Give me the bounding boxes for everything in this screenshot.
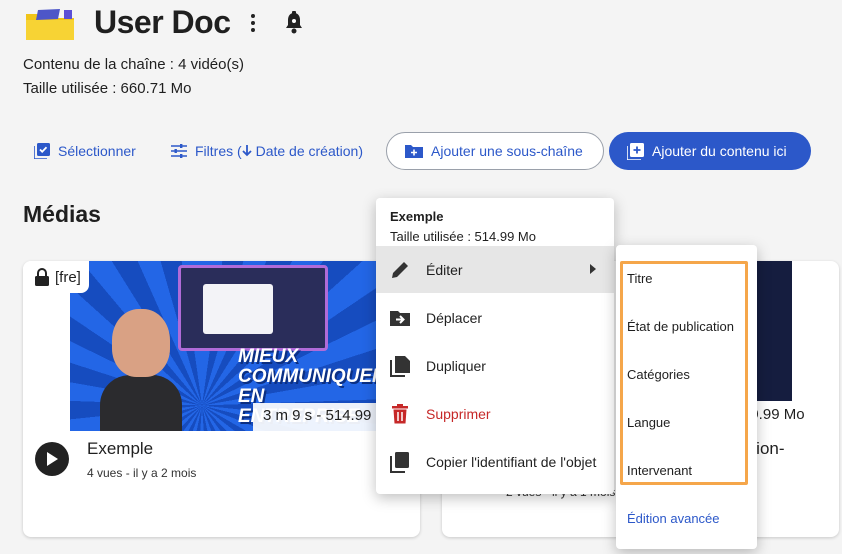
checkbox-icon — [34, 143, 50, 159]
context-menu: Exemple Taille utilisée : 514.99 Mo Édit… — [376, 198, 614, 494]
duplicate-icon — [390, 356, 410, 377]
filter-sliders-icon — [171, 144, 187, 158]
submenu-item-categories[interactable]: Catégories — [627, 367, 690, 382]
language-label: [fre] — [55, 268, 81, 286]
lock-icon — [35, 268, 49, 286]
filters-label: Filtres — [195, 143, 234, 159]
folder-plus-icon — [405, 145, 423, 158]
play-icon — [47, 452, 58, 466]
menu-item-delete[interactable]: Supprimer — [376, 390, 614, 437]
menu-header: Exemple Taille utilisée : 514.99 Mo — [390, 209, 536, 244]
more-options-icon[interactable] — [244, 10, 262, 36]
chevron-right-icon — [590, 264, 596, 274]
menu-item-label: Copier l'identifiant de l'objet — [426, 453, 597, 470]
submenu-item-advanced-edit[interactable]: Édition avancée — [627, 511, 720, 526]
menu-item-size: Taille utilisée : 514.99 Mo — [390, 229, 536, 244]
menu-item-duplicate[interactable]: Dupliquer — [376, 342, 614, 389]
pencil-icon — [392, 262, 408, 278]
language-badge: [fre] — [23, 261, 89, 293]
menu-item-label: Déplacer — [426, 309, 483, 326]
play-button[interactable] — [35, 442, 69, 476]
media-title[interactable]: Exemple — [87, 439, 153, 459]
trash-icon — [392, 404, 408, 424]
channel-size-used: Taille utilisée : 660.71 Mo — [23, 80, 192, 97]
copy-icon — [390, 452, 409, 473]
menu-item-label: Dupliquer — [426, 357, 486, 374]
arrow-down-icon — [242, 145, 252, 157]
menu-item-edit[interactable]: Éditer — [376, 246, 614, 293]
menu-item-name: Exemple — [390, 209, 444, 224]
channel-content-count: Contenu de la chaîne : 4 vidéo(s) — [23, 56, 244, 73]
menu-item-copy-id[interactable]: Copier l'identifiant de l'objet — [376, 438, 614, 485]
presenter-image — [100, 301, 182, 431]
edit-submenu: Titre État de publication Catégories Lan… — [616, 245, 757, 549]
select-label: Sélectionner — [58, 143, 136, 159]
add-subchannel-button[interactable]: Ajouter une sous-chaîne — [386, 132, 604, 170]
move-folder-icon — [390, 311, 410, 326]
select-button[interactable]: Sélectionner — [34, 132, 136, 170]
notification-bell-icon[interactable] — [283, 11, 305, 35]
menu-item-label: Supprimer — [426, 405, 491, 422]
add-box-icon — [627, 142, 644, 160]
filters-button[interactable]: Filtres ( Date de création) — [171, 132, 363, 170]
section-title: Médias — [23, 201, 101, 227]
add-content-label: Ajouter du contenu ici — [652, 143, 787, 159]
page-title: User Doc — [94, 4, 231, 40]
submenu-item-language[interactable]: Langue — [627, 415, 670, 430]
submenu-item-title[interactable]: Titre — [627, 271, 653, 286]
media-stats: 4 vues - il y a 2 mois — [87, 466, 197, 480]
media-card[interactable]: Mieux communiquer en entreprise 3 m 9 s … — [23, 261, 420, 537]
add-subchannel-label: Ajouter une sous-chaîne — [431, 143, 583, 159]
sort-label: Date de création — [255, 143, 359, 159]
menu-item-move[interactable]: Déplacer — [376, 294, 614, 341]
submenu-item-publication-status[interactable]: État de publication — [627, 319, 734, 334]
submenu-item-speaker[interactable]: Intervenant — [627, 463, 692, 478]
folder-icon — [26, 9, 74, 40]
add-content-button[interactable]: Ajouter du contenu ici — [609, 132, 811, 170]
menu-item-label: Éditer — [426, 261, 463, 278]
